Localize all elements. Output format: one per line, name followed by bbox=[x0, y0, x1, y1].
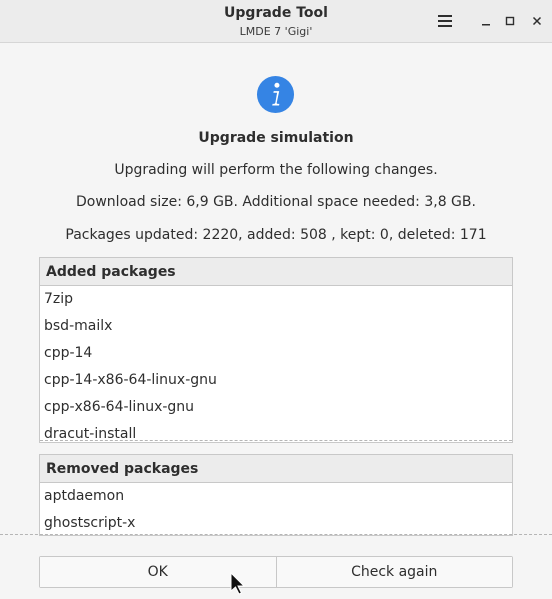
summary-line: Upgrading will perform the following cha… bbox=[114, 162, 438, 178]
close-icon bbox=[532, 16, 542, 26]
close-button[interactable] bbox=[525, 9, 549, 33]
scroll-edge-indicator bbox=[0, 534, 552, 535]
window-title: Upgrade Tool bbox=[224, 5, 328, 21]
added-packages-header[interactable]: Added packages bbox=[40, 258, 512, 286]
scroll-edge-indicator bbox=[40, 440, 512, 441]
info-icon bbox=[256, 75, 295, 114]
menu-button[interactable] bbox=[433, 9, 457, 33]
hamburger-menu-icon bbox=[438, 15, 452, 27]
dialog-heading: Upgrade simulation bbox=[198, 130, 354, 146]
window-subtitle: LMDE 7 'Gigi' bbox=[239, 25, 313, 38]
title-bar: Upgrade Tool LMDE 7 'Gigi' bbox=[0, 0, 552, 43]
package-counts-text: Packages updated: 2220, added: 508 , kep… bbox=[65, 227, 487, 243]
mouse-pointer-icon bbox=[230, 572, 246, 595]
list-item[interactable]: ghostscript-x bbox=[40, 510, 512, 535]
list-item[interactable]: cpp-14-x86-64-linux-gnu bbox=[40, 367, 512, 394]
list-item[interactable]: cpp-14 bbox=[40, 340, 512, 367]
minimize-icon bbox=[482, 24, 490, 26]
dialog-button-bar: OK Check again bbox=[39, 556, 513, 588]
list-item[interactable]: cpp-x86-64-linux-gnu bbox=[40, 394, 512, 421]
maximize-button[interactable] bbox=[498, 9, 522, 33]
list-item[interactable]: aptdaemon bbox=[40, 483, 512, 510]
download-size-text: Download size: 6,9 GB. Additional space … bbox=[76, 194, 476, 210]
removed-packages-list[interactable]: Removed packages aptdaemon ghostscript-x bbox=[39, 454, 513, 536]
minimize-button[interactable] bbox=[474, 9, 498, 33]
list-item[interactable]: 7zip bbox=[40, 286, 512, 313]
added-packages-list[interactable]: Added packages 7zip bsd-mailx cpp-14 cpp… bbox=[39, 257, 513, 443]
list-item[interactable]: bsd-mailx bbox=[40, 313, 512, 340]
removed-packages-header[interactable]: Removed packages bbox=[40, 455, 512, 483]
maximize-icon bbox=[505, 16, 515, 26]
check-again-button[interactable]: Check again bbox=[276, 557, 512, 587]
